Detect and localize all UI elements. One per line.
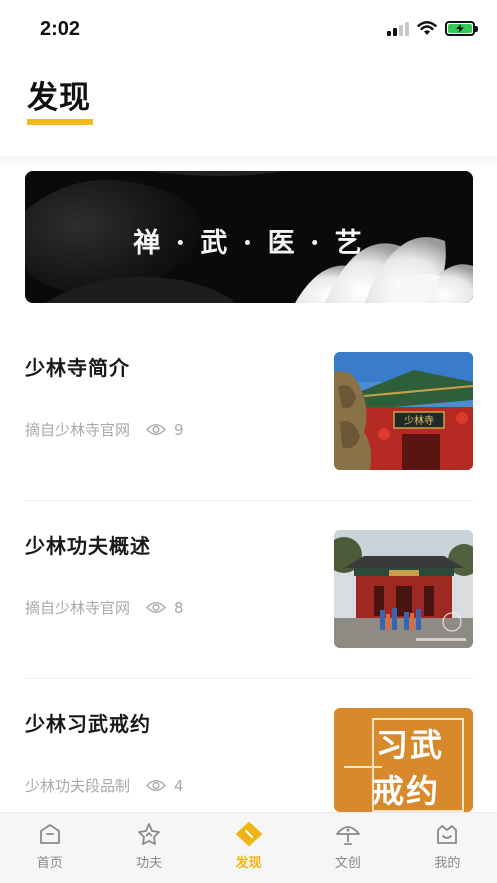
eye-icon — [146, 779, 167, 792]
article-source: 少林功夫段品制 — [25, 777, 131, 795]
article-views: 4 — [174, 776, 184, 795]
article-source: 摘自少林寺官网 — [25, 421, 131, 439]
status-bar: 2:02 — [0, 0, 497, 58]
tab-discover[interactable]: 发现 — [199, 813, 298, 883]
article-title[interactable]: 少林功夫概述 — [25, 530, 151, 559]
tab-bar: 首页 功夫 发现 文创 我的 — [0, 812, 497, 883]
kungfu-icon — [138, 823, 161, 845]
article-item[interactable]: 少林寺简介 摘自少林寺官网 9 少林寺 — [25, 352, 473, 472]
eye-icon — [146, 423, 167, 436]
discover-icon — [235, 822, 262, 846]
article-views: 8 — [174, 598, 184, 617]
article-meta: 摘自少林寺官网 8 — [25, 597, 184, 618]
tab-home[interactable]: 首页 — [0, 813, 99, 883]
title-underline — [27, 119, 93, 125]
cellular-signal-icon — [387, 21, 409, 36]
xiwu-jieyue-image[interactable]: 习武 戒约 — [334, 708, 473, 812]
battery-icon — [445, 21, 478, 36]
article-meta: 摘自少林寺官网 9 — [25, 419, 184, 440]
list-divider — [25, 500, 473, 501]
page-title: 发现 — [27, 80, 91, 116]
status-icons — [387, 21, 478, 36]
tab-label: 我的 — [434, 856, 461, 871]
tab-label: 功夫 — [136, 856, 163, 871]
banner[interactable]: 禅 · 武 · 医 · 艺 — [25, 171, 473, 303]
article-item[interactable]: 少林功夫概述 摘自少林寺官网 8 — [25, 530, 473, 650]
list-divider — [25, 678, 473, 679]
kungfu-performance-image[interactable] — [334, 530, 473, 648]
home-icon — [39, 824, 60, 844]
article-views: 9 — [174, 420, 184, 439]
tab-label: 发现 — [235, 856, 262, 871]
article-title[interactable]: 少林习武戒约 — [25, 708, 151, 737]
svg-text:少林寺: 少林寺 — [404, 414, 434, 427]
profile-icon — [437, 825, 458, 844]
article-item[interactable]: 少林习武戒约 少林功夫段品制 4 习武 戒约 — [25, 708, 473, 828]
temple-gate-image[interactable]: 少林寺 — [334, 352, 473, 470]
article-source: 摘自少林寺官网 — [25, 599, 131, 617]
culture-icon — [336, 826, 360, 845]
banner-text: 禅 · 武 · 医 · 艺 — [133, 228, 365, 259]
tab-culture[interactable]: 文创 — [298, 813, 397, 883]
tab-label: 首页 — [36, 856, 63, 871]
wifi-icon — [417, 21, 437, 35]
thumb-text-bottom: 戒约 — [372, 772, 441, 810]
status-time: 2:02 — [40, 18, 81, 40]
header-divider — [0, 156, 497, 170]
thumb-text-top: 习武 — [376, 726, 445, 764]
tab-profile[interactable]: 我的 — [398, 813, 497, 883]
article-meta: 少林功夫段品制 4 — [25, 775, 184, 796]
article-title[interactable]: 少林寺简介 — [25, 352, 130, 381]
eye-icon — [146, 601, 167, 614]
tab-label: 文创 — [334, 856, 361, 871]
tab-kungfu[interactable]: 功夫 — [99, 813, 198, 883]
